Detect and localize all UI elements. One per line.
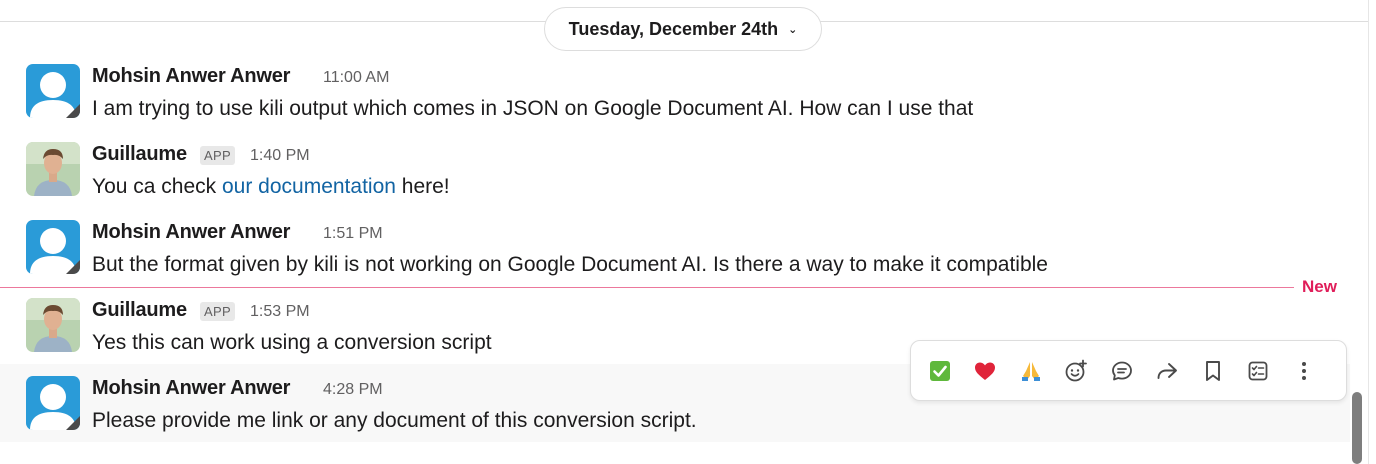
sender-name[interactable]: Mohsin Anwer Anwer (92, 220, 290, 244)
pray-icon (1021, 361, 1040, 381)
avatar[interactable] (26, 376, 80, 430)
share-message-button[interactable] (1145, 349, 1191, 393)
avatar[interactable] (26, 298, 80, 352)
thread-bubble-icon (1111, 361, 1132, 380)
sender-name[interactable]: Guillaume (92, 142, 187, 166)
guillaume-avatar-icon (26, 142, 80, 196)
message[interactable]: Mohsin Anwer Anwer 11:00 AM I am trying … (0, 64, 1350, 142)
message-text: I am trying to use kili output which com… (92, 97, 974, 120)
forward-arrow-icon (1157, 362, 1178, 379)
reply-in-thread-button[interactable] (1099, 349, 1145, 393)
message-actions-toolbar (910, 340, 1347, 401)
scrollbar-thumb[interactable] (1352, 392, 1362, 464)
timestamp[interactable]: 1:40 PM (250, 146, 310, 166)
default-user-avatar-icon (26, 376, 80, 430)
timestamp[interactable]: 1:53 PM (250, 302, 310, 322)
message[interactable]: Guillaume APP 1:40 PM You ca check our d… (0, 142, 1350, 220)
message-text-before: You ca check (92, 175, 222, 198)
save-for-later-button[interactable] (1190, 349, 1236, 393)
avatar[interactable] (26, 220, 80, 274)
pray-reaction-button[interactable] (1008, 349, 1054, 393)
checklist-icon (1248, 361, 1268, 380)
sender-name[interactable]: Guillaume (92, 298, 187, 322)
chevron-down-icon: ⌄ (788, 24, 798, 36)
add-reaction-button[interactable] (1054, 349, 1100, 393)
checkmark-reaction-button[interactable] (917, 349, 963, 393)
bookmark-icon (1205, 360, 1220, 381)
avatar[interactable] (26, 142, 80, 196)
vertical-ellipsis-icon (1301, 361, 1306, 380)
add-to-list-button[interactable] (1236, 349, 1282, 393)
app-badge: APP (200, 146, 235, 165)
message-text: But the format given by kili is not work… (92, 253, 1048, 276)
message-text: Yes this can work using a conversion scr… (92, 331, 492, 354)
guillaume-avatar-icon (26, 298, 80, 352)
add-emoji-icon (1065, 359, 1088, 381)
message-text-after: here! (395, 175, 450, 198)
date-jump-button[interactable]: Tuesday, December 24th ⌄ (544, 7, 822, 51)
white-check-mark-icon (929, 360, 950, 381)
message-text: Please provide me link or any document o… (92, 409, 697, 432)
documentation-link[interactable]: our documentation (222, 175, 396, 198)
timestamp[interactable]: 11:00 AM (323, 68, 389, 88)
heart-reaction-button[interactable] (963, 349, 1009, 393)
default-user-avatar-icon (26, 220, 80, 274)
message-text: You ca check our documentation here! (92, 174, 450, 200)
new-messages-divider (0, 287, 1294, 288)
heart-icon (975, 362, 996, 380)
avatar[interactable] (26, 64, 80, 118)
timestamp[interactable]: 4:28 PM (323, 380, 383, 400)
timestamp[interactable]: 1:51 PM (323, 224, 383, 244)
sender-name[interactable]: Mohsin Anwer Anwer (92, 64, 290, 88)
sender-name[interactable]: Mohsin Anwer Anwer (92, 376, 290, 400)
scrollbar-track[interactable] (1368, 0, 1376, 464)
new-messages-label: New (1302, 277, 1337, 296)
more-actions-button[interactable] (1281, 349, 1327, 393)
app-badge: APP (200, 302, 235, 321)
default-user-avatar-icon (26, 64, 80, 118)
date-label: Tuesday, December 24th (568, 18, 779, 39)
